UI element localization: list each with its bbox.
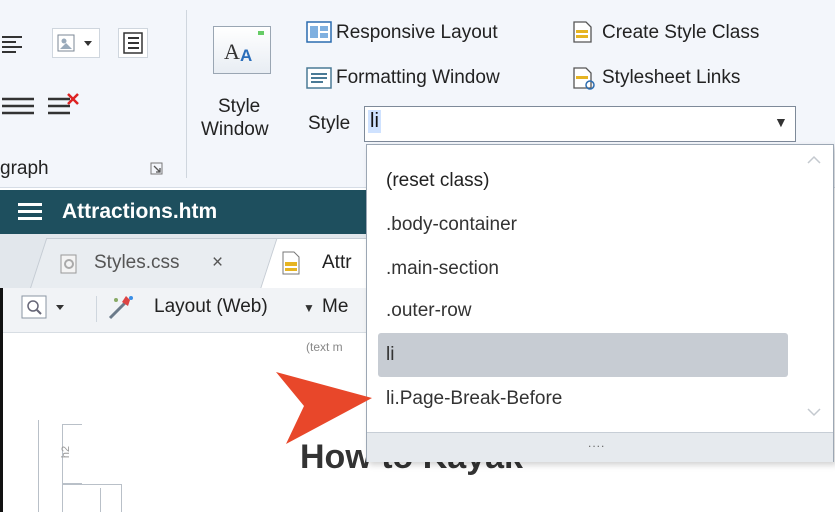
toolbar-separator	[96, 296, 97, 322]
dropdown-item-body-container[interactable]: .body-container	[386, 214, 517, 236]
structure-bar-line	[38, 420, 39, 512]
structure-divider	[100, 488, 101, 512]
style-combo-label: Style	[308, 113, 351, 134]
style-window-label-2[interactable]: Window	[201, 119, 269, 141]
style-window-label-1[interactable]: Style	[218, 96, 260, 118]
menu-icon[interactable]	[18, 203, 42, 221]
svg-text:A: A	[224, 39, 240, 64]
create-style-class-button[interactable]: Create Style Class	[602, 22, 759, 44]
scroll-down-icon[interactable]	[804, 402, 824, 422]
toolbar-more-label[interactable]: Me	[322, 296, 348, 318]
dropdown-item-li[interactable]: li	[386, 344, 394, 366]
grip-dots: ....	[588, 436, 606, 450]
chevron-down-icon[interactable]: ▼	[303, 301, 315, 315]
view-dropdown-icon[interactable]	[14, 292, 74, 324]
dropdown-item-main-section[interactable]: .main-section	[386, 258, 499, 280]
layout-dropdown[interactable]: Layout (Web)	[154, 296, 268, 318]
remove-list-icon[interactable]	[44, 92, 84, 122]
create-style-class-icon	[568, 20, 596, 44]
formatting-window-icon	[305, 66, 333, 90]
h2-marker: h2	[60, 445, 73, 459]
htm-file-icon	[280, 250, 302, 276]
pointer-arrow-icon	[276, 352, 378, 448]
responsive-layout-button[interactable]: Responsive Layout	[336, 22, 498, 44]
chevron-down-icon[interactable]: ▼	[774, 114, 788, 130]
paragraph-group-label: graph	[0, 158, 49, 179]
style-combobox[interactable]	[364, 106, 796, 142]
stylesheet-links-button[interactable]: Stylesheet Links	[602, 67, 740, 89]
layout-wand-icon[interactable]	[104, 292, 138, 324]
tab-label-styles-css[interactable]: Styles.css	[94, 252, 180, 274]
tab-label-attractions[interactable]: Attr	[322, 252, 352, 274]
style-combobox-value[interactable]: li	[368, 110, 381, 133]
formatting-window-button[interactable]: Formatting Window	[336, 67, 500, 89]
bulleted-list-icon[interactable]	[0, 92, 40, 122]
selected-item-highlight	[378, 333, 788, 377]
dropdown-item-outer-row[interactable]: .outer-row	[386, 300, 472, 322]
scroll-up-icon[interactable]	[804, 150, 824, 170]
tab-close-icon[interactable]: ×	[212, 252, 223, 274]
svg-text:A: A	[240, 46, 252, 65]
align-icon[interactable]	[0, 32, 26, 58]
stylesheet-links-icon	[568, 66, 596, 90]
dropdown-item-reset-class[interactable]: (reset class)	[386, 170, 489, 192]
dialog-launcher-icon[interactable]	[150, 162, 164, 176]
ribbon-separator	[186, 10, 187, 178]
list-icon-button[interactable]	[118, 28, 148, 58]
image-dropdown-button[interactable]	[52, 28, 100, 58]
dropdown-item-li-page-break-before[interactable]: li.Page-Break-Before	[386, 388, 562, 410]
structure-bar-block-2	[62, 484, 122, 512]
left-border	[0, 288, 3, 512]
css-file-icon	[58, 253, 80, 275]
style-window-icon[interactable]: AA	[213, 26, 271, 74]
document-title: Attractions.htm	[62, 200, 218, 223]
responsive-layout-icon	[305, 20, 333, 44]
